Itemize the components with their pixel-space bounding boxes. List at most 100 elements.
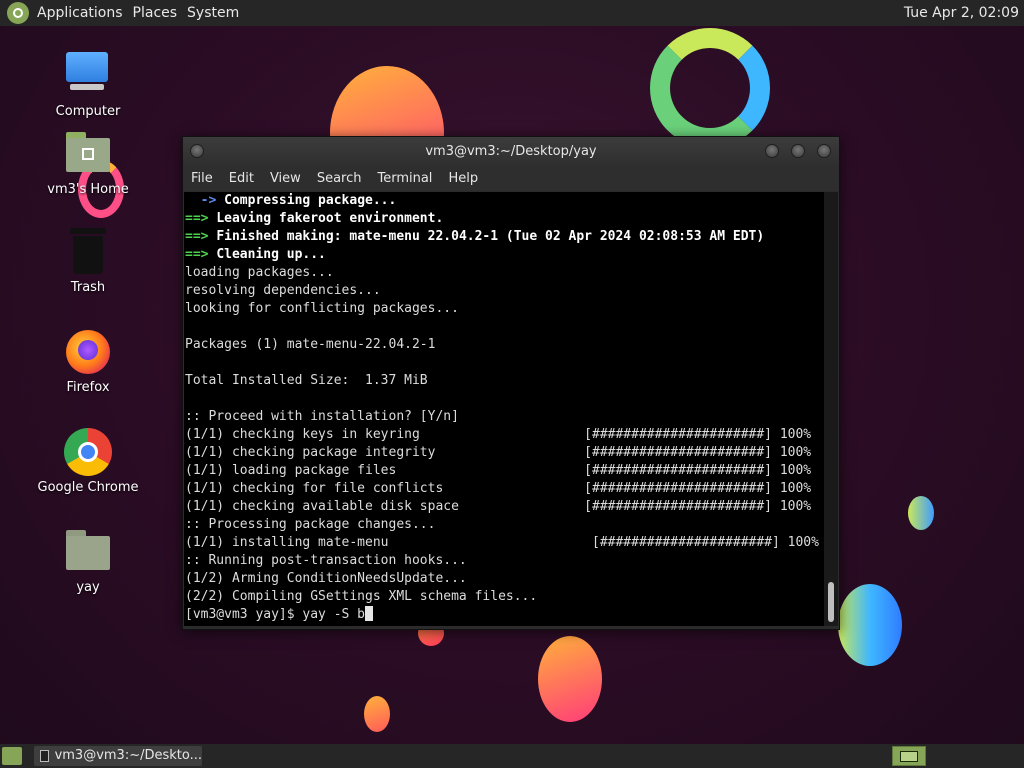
line-text: Finished making: mate-menu 22.04.2-1 (Tu… (216, 229, 765, 244)
line-text: (1/1) checking for file conflicts [#####… (185, 481, 812, 496)
line-text: Compressing package... (224, 193, 397, 208)
terminal-line: ==> Cleaning up... (184, 246, 824, 264)
line-text: resolving dependencies... (185, 283, 381, 298)
desktop-icon-label: Firefox (66, 380, 110, 395)
line-text: loading packages... (185, 265, 334, 280)
desktop-icon-label: vm3's Home (47, 182, 129, 197)
workspace-switcher[interactable] (892, 746, 926, 766)
line-text: Leaving fakeroot environment. (216, 211, 444, 226)
menu-file[interactable]: File (183, 167, 221, 191)
desktop-icon-yay[interactable]: yay (28, 528, 148, 595)
folder-icon (64, 528, 112, 576)
prompt-text: [vm3@vm3 yay]$ yay -S b (185, 607, 366, 622)
terminal-line: (1/1) checking package integrity [######… (184, 444, 824, 462)
task-label: vm3@vm3:~/Deskto... (54, 748, 202, 763)
close-icon[interactable] (817, 144, 831, 158)
scrollbar-thumb[interactable] (828, 582, 834, 622)
terminal-icon (40, 750, 49, 762)
home-folder-icon (64, 130, 112, 178)
menu-edit[interactable]: Edit (221, 167, 262, 191)
line-text: (1/1) checking keys in keyring [########… (185, 427, 812, 442)
desktop-icon-label: yay (76, 580, 100, 595)
line-text: :: Running post-transaction hooks... (185, 553, 467, 568)
desktop-icon-chrome[interactable]: Google Chrome (28, 428, 148, 495)
top-panel: Applications Places System Tue Apr 2, 02… (0, 0, 1024, 26)
terminal-prompt[interactable]: [vm3@vm3 yay]$ yay -S b (184, 606, 824, 624)
clock[interactable]: Tue Apr 2, 02:09 (904, 0, 1019, 26)
terminal-window[interactable]: vm3@vm3:~/Desktop/yay File Edit View Sea… (182, 136, 840, 630)
terminal-line: (2/2) Compiling GSettings XML schema fil… (184, 588, 824, 606)
terminal-scrollbar[interactable] (824, 192, 838, 626)
wallpaper-small-orange-blob (364, 696, 390, 732)
terminal-line: (1/1) checking keys in keyring [########… (184, 426, 824, 444)
desktop-icon-trash[interactable]: Trash (28, 228, 148, 295)
desktop-icon-computer[interactable]: Computer (28, 52, 148, 119)
menu-search[interactable]: Search (309, 167, 370, 191)
terminal-line: -> Compressing package... (184, 192, 824, 210)
terminal-line: (1/1) installing mate-menu [############… (184, 534, 824, 552)
line-text: (1/1) checking available disk space [###… (185, 499, 812, 514)
terminal-line: looking for conflicting packages... (184, 300, 824, 318)
bottom-panel: vm3@vm3:~/Deskto... (0, 744, 1024, 768)
terminal-line: :: Proceed with installation? [Y/n] (184, 408, 824, 426)
firefox-icon (64, 328, 112, 376)
terminal-line: (1/1) checking for file conflicts [#####… (184, 480, 824, 498)
menu-help[interactable]: Help (440, 167, 486, 191)
wallpaper-green-ring (650, 28, 770, 148)
wallpaper-coral-blob (538, 636, 602, 722)
menu-system[interactable]: System (185, 0, 247, 26)
terminal-line: Packages (1) mate-menu-22.04.2-1 (184, 336, 824, 354)
terminal-line: ==> Finished making: mate-menu 22.04.2-1… (184, 228, 824, 246)
trash-icon (64, 228, 112, 276)
terminal-line: Total Installed Size: 1.37 MiB (184, 372, 824, 390)
line-text: (1/1) loading package files [###########… (185, 463, 812, 478)
desktop-icon-firefox[interactable]: Firefox (28, 328, 148, 395)
line-text: :: Proceed with installation? [Y/n] (185, 409, 459, 424)
desktop-icon-label: Trash (70, 280, 106, 295)
wallpaper-cyan-blob (838, 584, 902, 666)
line-text: looking for conflicting packages... (185, 301, 459, 316)
terminal-output[interactable]: -> Compressing package... ==> Leaving fak… (184, 192, 824, 626)
terminal-line: (1/1) checking available disk space [###… (184, 498, 824, 516)
window-titlebar[interactable]: vm3@vm3:~/Desktop/yay (183, 137, 839, 167)
terminal-line: ==> Leaving fakeroot environment. (184, 210, 824, 228)
line-text: Cleaning up... (216, 247, 326, 262)
line-text: (1/2) Arming ConditionNeedsUpdate... (185, 571, 467, 586)
show-desktop-button[interactable] (2, 747, 22, 765)
menu-places[interactable]: Places (131, 0, 186, 26)
desktop-icon-label: Computer (55, 104, 121, 119)
maximize-icon[interactable] (791, 144, 805, 158)
terminal-line: loading packages... (184, 264, 824, 282)
menu-view[interactable]: View (262, 167, 309, 191)
line-text: :: Processing package changes... (185, 517, 436, 532)
line-text: (1/1) checking package integrity [######… (185, 445, 812, 460)
mate-logo-icon[interactable] (7, 2, 29, 24)
line-text: (2/2) Compiling GSettings XML schema fil… (185, 589, 538, 604)
line-text: Packages (1) mate-menu-22.04.2-1 (185, 337, 436, 352)
taskbar-terminal-button[interactable]: vm3@vm3:~/Deskto... (34, 746, 202, 766)
chrome-icon (64, 428, 112, 476)
terminal-line: :: Running post-transaction hooks... (184, 552, 824, 570)
terminal-cursor (365, 606, 374, 621)
minimize-icon[interactable] (765, 144, 779, 158)
line-prefix: ==> (185, 247, 217, 262)
terminal-menubar: File Edit View Search Terminal Help (183, 167, 839, 191)
line-text: (1/1) installing mate-menu [############… (185, 535, 819, 550)
computer-icon (64, 52, 112, 100)
window-title: vm3@vm3:~/Desktop/yay (425, 144, 597, 159)
menu-applications[interactable]: Applications (35, 0, 131, 26)
menu-terminal[interactable]: Terminal (369, 167, 440, 191)
wallpaper-blue-blob (908, 496, 934, 530)
terminal-line: :: Processing package changes... (184, 516, 824, 534)
desktop-icon-label: Google Chrome (37, 480, 139, 495)
window-menu-icon[interactable] (190, 144, 204, 158)
line-prefix: -> (185, 193, 225, 208)
terminal-line: (1/2) Arming ConditionNeedsUpdate... (184, 570, 824, 588)
terminal-line: (1/1) loading package files [###########… (184, 462, 824, 480)
desktop-icon-home[interactable]: vm3's Home (28, 130, 148, 197)
line-text: Total Installed Size: 1.37 MiB (185, 373, 428, 388)
line-prefix: ==> (185, 229, 217, 244)
